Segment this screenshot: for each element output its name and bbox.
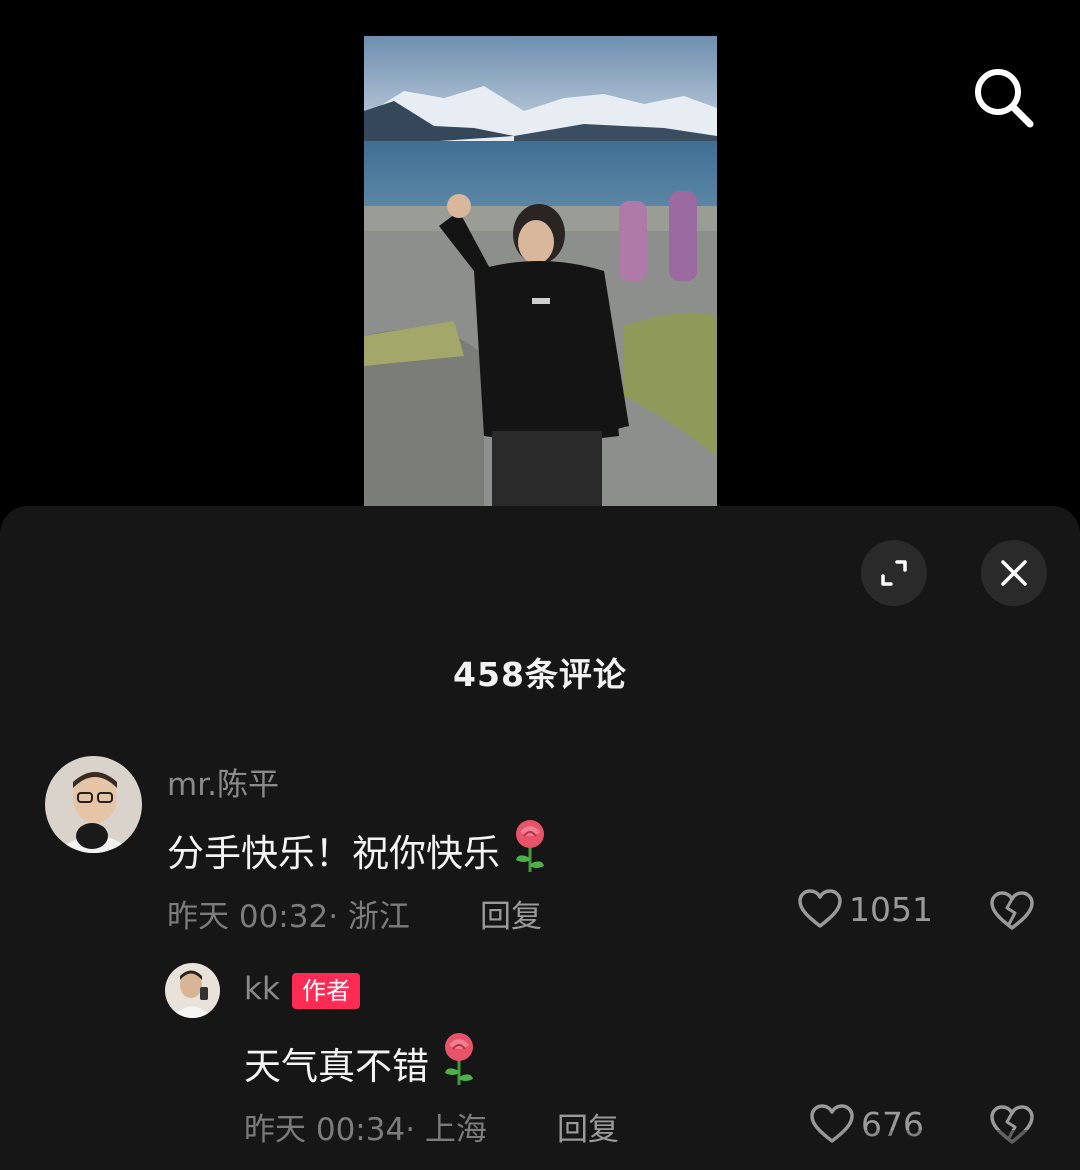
comment-item: mr.陈平 分手快乐！祝你快乐 昨天 00:32· 浙江 回复 1051 kk … <box>0 506 1080 1170</box>
comment-time: 昨天 00:32 <box>167 899 329 935</box>
video-area <box>0 0 1080 520</box>
reply-time: 昨天 00:34 <box>244 1112 406 1148</box>
author-badge: 作者 <box>292 973 360 1009</box>
reply-meta: 昨天 00:34· 上海 <box>244 1104 487 1149</box>
rose-emoji <box>441 1031 477 1094</box>
comment-username[interactable]: mr.陈平 <box>167 759 279 804</box>
search-button[interactable] <box>968 62 1038 132</box>
rose-emoji <box>512 818 548 881</box>
reply-text: 天气真不错 <box>244 1031 477 1094</box>
reply-button[interactable]: 回复 <box>480 891 542 936</box>
broken-heart-icon <box>990 891 1034 930</box>
reply-location: · 上海 <box>405 1112 487 1148</box>
dislike-button[interactable] <box>989 890 1035 936</box>
bottom-fade <box>820 1130 1080 1170</box>
comment-text-content: 分手快乐！祝你快乐 <box>167 831 500 875</box>
avatar[interactable] <box>45 756 142 853</box>
reply-reply-button[interactable]: 回复 <box>557 1104 619 1149</box>
reply-text-content: 天气真不错 <box>244 1044 429 1088</box>
search-icon <box>975 69 1034 128</box>
reply-username[interactable]: kk <box>244 971 280 1007</box>
comments-sheet: 458条评论 mr.陈平 分手快乐！祝你快乐 昨天 00:32· 浙江 回复 1… <box>0 506 1080 1170</box>
comment-text: 分手快乐！祝你快乐 <box>167 818 548 881</box>
heart-icon <box>798 889 842 928</box>
comment-meta: 昨天 00:32· 浙江 <box>167 891 410 936</box>
video-thumbnail[interactable] <box>364 36 717 506</box>
reply-avatar[interactable] <box>165 963 220 1018</box>
comment-location: · 浙江 <box>328 899 410 935</box>
like-count: 1051 <box>849 889 933 929</box>
like-button[interactable]: 1051 <box>797 888 933 930</box>
